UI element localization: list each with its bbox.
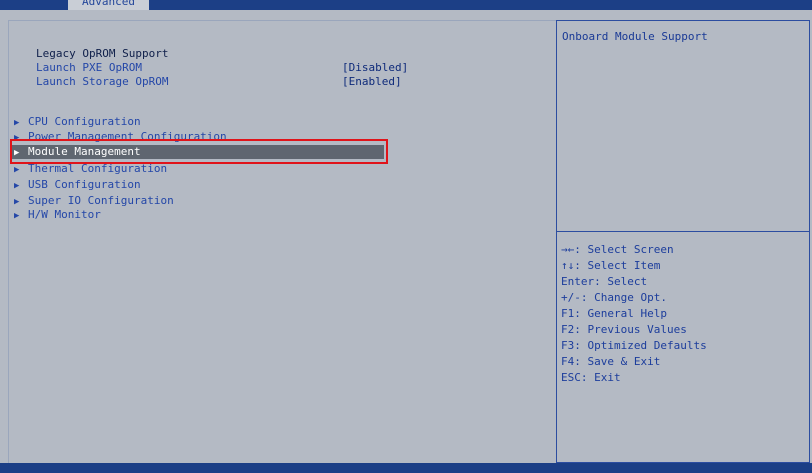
setting-label-launch-storage-oprom[interactable]: Launch Storage OpROM (36, 75, 168, 89)
key-hint-change-opt: +/-: Change Opt. (561, 291, 667, 304)
submenu-usb-configuration[interactable]: ▶ USB Configuration (14, 178, 141, 192)
setting-label-launch-pxe-oprom[interactable]: Launch PXE OpROM (36, 61, 142, 75)
key-hint-esc: ESC: Exit (561, 371, 621, 384)
triangle-right-icon: ▶ (14, 211, 20, 221)
setting-value-launch-storage-oprom[interactable]: [Enabled] (342, 75, 402, 89)
section-heading-legacy-oprom: Legacy OpROM Support (36, 47, 169, 60)
submenu-hw-monitor[interactable]: ▶ H/W Monitor (14, 208, 101, 222)
bios-setup-screen: Advanced Legacy OpROM Support Launch PXE… (0, 0, 812, 473)
submenu-label: Super IO Configuration (28, 194, 174, 207)
key-hint-enter: Enter: Select (561, 275, 648, 288)
key-hint-f4: F4: Save & Exit (561, 355, 661, 368)
triangle-right-icon: ▶ (14, 181, 20, 191)
triangle-right-icon: ▶ (14, 118, 20, 128)
submenu-label: Thermal Configuration (28, 162, 168, 175)
triangle-right-icon: ▶ (14, 165, 20, 175)
help-description: Onboard Module Support (562, 30, 708, 43)
bottom-status-bar (0, 463, 812, 473)
triangle-right-icon: ▶ (14, 197, 20, 207)
submenu-label: CPU Configuration (28, 115, 141, 128)
submenu-super-io-configuration[interactable]: ▶ Super IO Configuration (14, 194, 174, 208)
key-hint-f3: F3: Optimized Defaults (561, 339, 707, 352)
submenu-cpu-configuration[interactable]: ▶ CPU Configuration (14, 115, 141, 129)
key-hint-select-item: ↑↓: Select Item (561, 259, 661, 272)
highlight-annotation-box (10, 139, 388, 164)
help-divider (556, 231, 810, 232)
help-panel (556, 20, 810, 463)
key-hint-f2: F2: Previous Values (561, 323, 687, 336)
tab-advanced[interactable]: Advanced (68, 0, 149, 10)
top-title-bar: Advanced (0, 0, 812, 10)
submenu-thermal-configuration[interactable]: ▶ Thermal Configuration (14, 162, 167, 176)
submenu-label: H/W Monitor (28, 208, 101, 221)
setting-value-launch-pxe-oprom[interactable]: [Disabled] (342, 61, 408, 75)
submenu-label: USB Configuration (28, 178, 141, 191)
key-hint-select-screen: →←: Select Screen (561, 243, 674, 256)
key-hint-f1: F1: General Help (561, 307, 667, 320)
